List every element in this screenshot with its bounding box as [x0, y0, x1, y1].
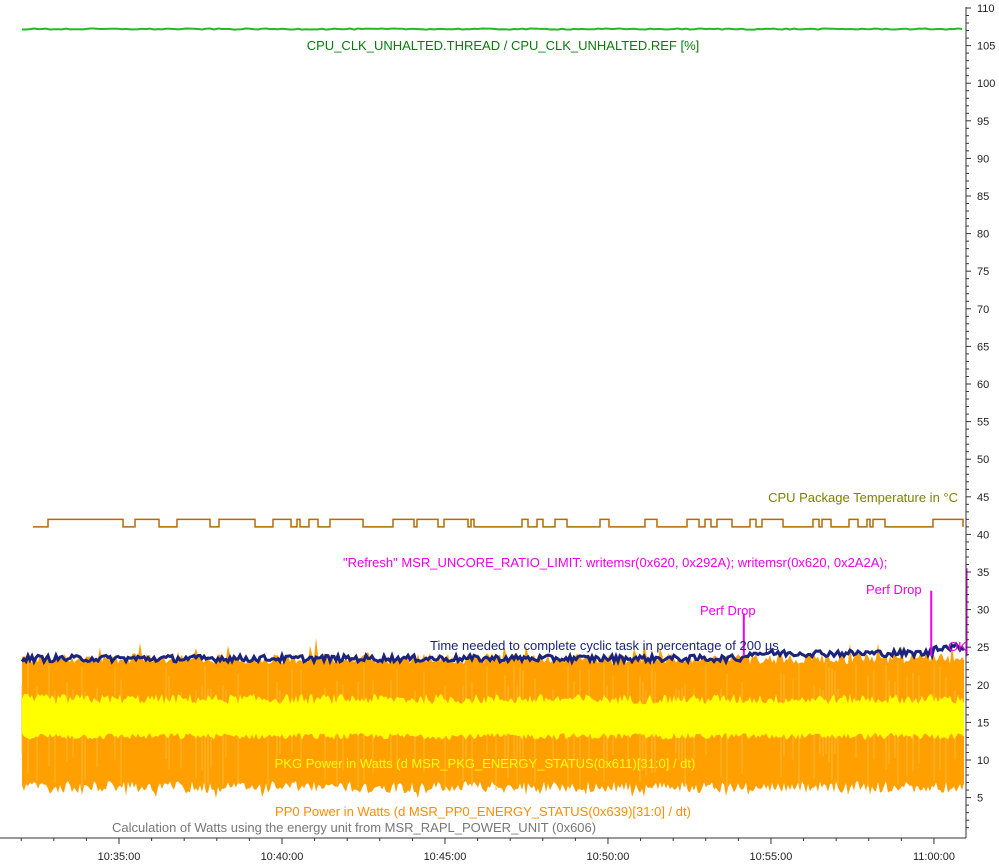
y-tick-label: 30 — [977, 605, 989, 617]
series-label-pkg-power: PKG Power in Watts (d MSR_PKG_ENERGY_STA… — [275, 756, 696, 771]
chart: 5 10 15 20 25 30 35 40 45 50 55 60 65 70 75 80 85 90 95 100… — [0, 0, 999, 864]
y-tick-label: 25 — [977, 642, 989, 654]
series-label-temperature: CPU Package Temperature in °C — [768, 490, 958, 505]
y-tick-label: 60 — [977, 379, 989, 391]
y-tick-label: 50 — [977, 454, 989, 466]
series-label-clk-ratio: CPU_CLK_UNHALTED.THREAD / CPU_CLK_UNHALT… — [307, 38, 700, 53]
x-tick-label: 10:55:00 — [750, 851, 793, 863]
y-tick-label: 45 — [977, 492, 989, 504]
x-tick-label: 10:35:00 — [98, 851, 141, 863]
series-label-cycle-time: Time needed to complete cyclic task in p… — [430, 638, 779, 653]
annotation-perf-drop-1: Perf Drop — [700, 603, 756, 618]
x-tick-label: 10:45:00 — [424, 851, 467, 863]
y-tick-label: 65 — [977, 341, 989, 353]
y-tick-label: 105 — [977, 41, 995, 53]
y-tick-label: 40 — [977, 529, 989, 541]
y-tick-label: 20 — [977, 680, 989, 692]
y-tick-label: 5 — [977, 793, 983, 805]
series-label-pp0-power: PP0 Power in Watts (d MSR_PP0_ENERGY_STA… — [275, 804, 691, 819]
y-tick-label: 110 — [977, 3, 995, 15]
y-tick-label: 55 — [977, 417, 989, 429]
y-tick-label: 15 — [977, 717, 989, 729]
x-tick-label: 11:00:00 — [913, 851, 955, 863]
pp0-power-band — [22, 693, 964, 740]
y-tick-label: 35 — [977, 567, 989, 579]
y-tick-label: 80 — [977, 229, 989, 241]
y-tick-label: 70 — [977, 304, 989, 316]
x-tick-label: 10:40:00 — [261, 851, 304, 863]
y-tick-label: 100 — [977, 78, 995, 90]
annotation-ok: OK — [948, 639, 967, 654]
clk-ratio-line — [22, 27, 963, 31]
y-tick-label: 75 — [977, 266, 989, 278]
annotation-refresh: "Refresh" MSR_UNCORE_RATIO_LIMIT: writem… — [343, 555, 887, 570]
x-tick-label: 10:50:00 — [587, 851, 630, 863]
annotation-calc-note: Calculation of Watts using the energy un… — [112, 820, 596, 835]
y-tick-label: 90 — [977, 153, 989, 165]
power-bands — [21, 637, 964, 799]
y-tick-label: 10 — [977, 755, 989, 767]
annotation-perf-drop-2: Perf Drop — [866, 582, 922, 597]
y-tick-label: 95 — [977, 116, 989, 128]
y-tick-label: 85 — [977, 191, 989, 203]
